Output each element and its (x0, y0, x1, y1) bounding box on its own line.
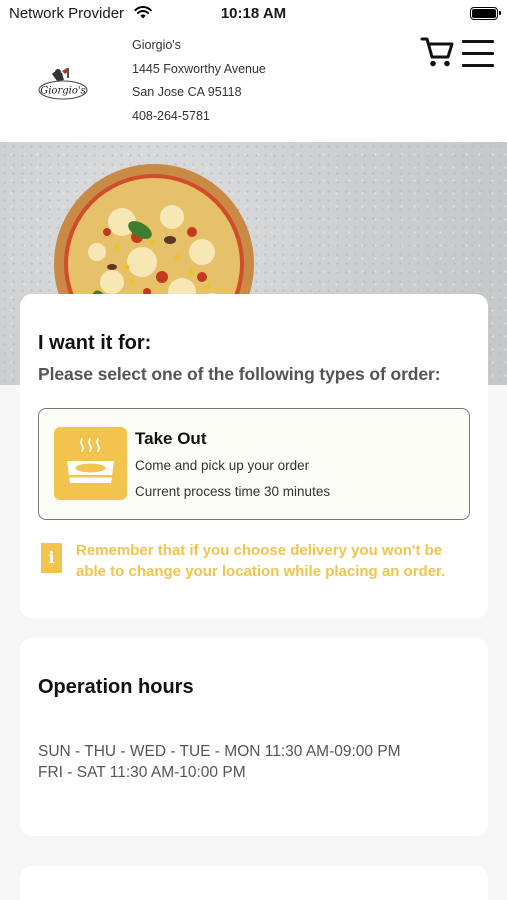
battery-icon (470, 7, 501, 20)
option-description: Come and pick up your order (135, 458, 310, 473)
svg-text:Giorgio's: Giorgio's (40, 86, 86, 97)
clock-time: 10:18 AM (220, 5, 287, 22)
hours-weekend: FRI - SAT 11:30 AM-10:00 PM (38, 764, 246, 781)
operation-hours-card: Operation hours SUN - THU - WED - TUE - … (20, 638, 488, 836)
info-icon: i (41, 543, 62, 573)
takeout-icon (54, 427, 127, 500)
order-title: I want it for: (38, 332, 152, 354)
order-type-card: I want it for: Please select one of the … (20, 294, 488, 618)
cart-button[interactable] (419, 34, 455, 70)
store-phone[interactable]: 408-264-5781 (132, 105, 266, 129)
order-subtitle: Please select one of the following types… (38, 364, 441, 384)
store-logo: Giorgio's (36, 64, 90, 102)
hours-title: Operation hours (38, 676, 194, 698)
menu-icon (460, 40, 496, 76)
store-address-line1: 1445 Foxworthy Avenue (132, 61, 266, 76)
option-title: Take Out (135, 429, 207, 448)
delivery-notice: Remember that if you choose delivery you… (76, 542, 446, 580)
cart-icon (419, 37, 455, 74)
takeout-option[interactable]: Take Out Come and pick up your order Cur… (38, 408, 470, 520)
status-bar: Network Provider 10:18 AM (0, 0, 507, 28)
store-header: Giorgio's Giorgio's 1445 Foxworthy Avenu… (0, 28, 507, 142)
store-address-line2: San Jose CA 95118 (132, 85, 242, 99)
store-name: Giorgio's (132, 38, 181, 52)
store-info: Giorgio's 1445 Foxworthy Avenue San Jose… (132, 34, 266, 128)
menu-button[interactable] (460, 36, 496, 72)
next-card (20, 866, 488, 900)
option-process-time: Current process time 30 minutes (135, 484, 331, 499)
hours-weekday: SUN - THU - WED - TUE - MON 11:30 AM-09:… (38, 743, 401, 760)
